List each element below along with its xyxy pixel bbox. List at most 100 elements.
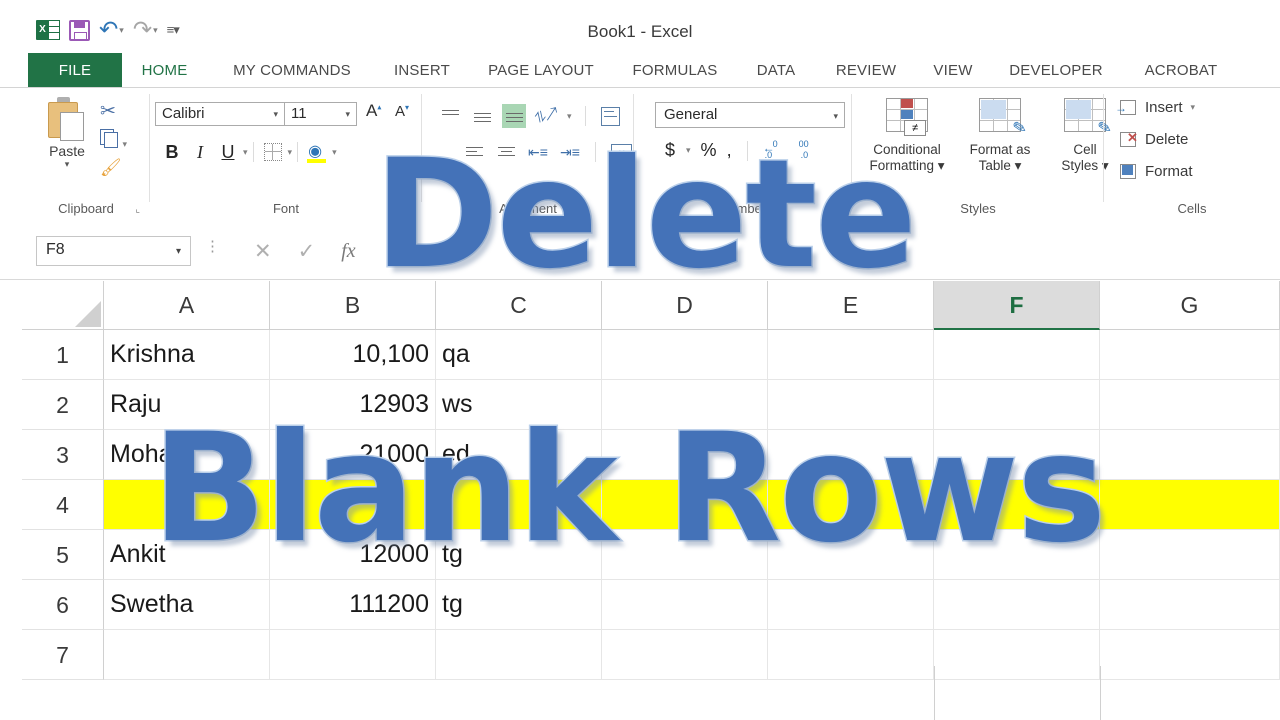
center-button[interactable]	[494, 140, 518, 164]
cell-F6[interactable]	[934, 580, 1100, 629]
cell-G3[interactable]	[1100, 430, 1280, 479]
cell-G4[interactable]	[1100, 480, 1280, 529]
font-name-input[interactable]: Calibri ▾	[155, 102, 285, 126]
bottom-align-button[interactable]	[502, 104, 526, 128]
cell-C1[interactable]: qa	[436, 330, 602, 379]
cell-A6[interactable]: Swetha	[104, 580, 270, 629]
cell-E6[interactable]	[768, 580, 934, 629]
row-header-3[interactable]: 3	[22, 430, 104, 480]
column-header-A[interactable]: A	[104, 281, 270, 330]
chevron-down-icon[interactable]: ▾	[686, 145, 691, 156]
row-header-7[interactable]: 7	[22, 630, 104, 680]
chevron-down-icon[interactable]: ▾	[345, 109, 350, 120]
cell-C7[interactable]	[436, 630, 602, 679]
ribbon-tab-my-commands[interactable]: MY COMMANDS	[207, 53, 377, 88]
font-dialog-launcher[interactable]: ⌞	[407, 204, 412, 215]
chevron-down-icon[interactable]: ▾	[176, 246, 181, 257]
row-header-4[interactable]: 4	[22, 480, 104, 530]
borders-button[interactable]	[259, 138, 287, 166]
cell-C3[interactable]: ed	[436, 430, 602, 479]
cells-insert-button[interactable]: → Insert ▾	[1115, 98, 1196, 117]
cell-B2[interactable]: 12903	[270, 380, 436, 429]
row-header-2[interactable]: 2	[22, 380, 104, 430]
cell-E2[interactable]	[768, 380, 934, 429]
paste-button[interactable]: Paste ▾	[36, 96, 98, 170]
chevron-down-icon[interactable]: ▾	[122, 139, 127, 149]
merge-center-button[interactable]	[609, 140, 633, 164]
ribbon-tab-formulas[interactable]: FORMULAS	[615, 53, 735, 88]
cell-D6[interactable]	[602, 580, 768, 629]
cancel-formula-icon[interactable]: ✕	[254, 239, 272, 264]
column-header-F[interactable]: F	[934, 281, 1100, 330]
ribbon-tab-insert[interactable]: INSERT	[377, 53, 467, 88]
cell-A3[interactable]: Mohan	[104, 430, 270, 479]
cell-A7[interactable]	[104, 630, 270, 679]
ribbon-tab-home[interactable]: HOME	[122, 53, 207, 88]
chevron-down-icon[interactable]: ▾	[36, 159, 98, 170]
column-header-E[interactable]: E	[768, 281, 934, 330]
comma-style-button[interactable]: ,	[727, 140, 732, 161]
ribbon-tab-page-layout[interactable]: PAGE LAYOUT	[467, 53, 615, 88]
increase-indent-button[interactable]: ⇥≡	[558, 140, 582, 164]
cell-A1[interactable]: Krishna	[104, 330, 270, 379]
cell-F4[interactable]	[934, 480, 1100, 529]
column-header-D[interactable]: D	[602, 281, 768, 330]
cell-G2[interactable]	[1100, 380, 1280, 429]
cell-C2[interactable]: ws	[436, 380, 602, 429]
ribbon-tab-developer[interactable]: DEVELOPER	[991, 53, 1121, 88]
alignment-dialog-launcher[interactable]: ⌞	[619, 204, 624, 215]
cell-E3[interactable]	[768, 430, 934, 479]
cell-E1[interactable]	[768, 330, 934, 379]
percent-button[interactable]: %	[701, 140, 717, 161]
column-header-G[interactable]: G	[1100, 281, 1280, 330]
format-painter-button[interactable]: 🖌	[100, 158, 152, 184]
ribbon-tab-data[interactable]: DATA	[735, 53, 817, 88]
chevron-down-icon[interactable]: ▾	[833, 111, 838, 122]
font-size-input[interactable]: 11 ▾	[285, 102, 357, 126]
column-header-C[interactable]: C	[436, 281, 602, 330]
cell-G5[interactable]	[1100, 530, 1280, 579]
cell-A5[interactable]: Ankit	[104, 530, 270, 579]
chevron-down-icon[interactable]: ▾	[332, 147, 337, 158]
cell-D2[interactable]	[602, 380, 768, 429]
row-header-1[interactable]: 1	[22, 330, 104, 380]
ribbon-tab-acrobat[interactable]: ACROBAT	[1121, 53, 1241, 88]
cell-D5[interactable]	[602, 530, 768, 579]
cell-C6[interactable]: tg	[436, 580, 602, 629]
chevron-down-icon[interactable]: ▾	[1191, 102, 1196, 113]
align-left-button[interactable]	[462, 140, 486, 164]
cells-delete-button[interactable]: ✕ Delete	[1118, 130, 1188, 149]
cell-D3[interactable]	[602, 430, 768, 479]
cell-A2[interactable]: Raju	[104, 380, 270, 429]
fill-color-button[interactable]: ◉	[303, 138, 331, 166]
style-button-1[interactable]: ≠ Conditional Formatting ▾	[862, 96, 952, 174]
cell-D1[interactable]	[602, 330, 768, 379]
cell-G7[interactable]	[1100, 630, 1280, 679]
cut-button[interactable]: ✂	[100, 100, 152, 126]
cell-G6[interactable]	[1100, 580, 1280, 629]
number-dialog-launcher[interactable]: ⌞	[837, 204, 842, 215]
column-header-B[interactable]: B	[270, 281, 436, 330]
decrease-indent-button[interactable]: ⇤≡	[526, 140, 550, 164]
ribbon-tab-view[interactable]: VIEW	[915, 53, 991, 88]
cell-F5[interactable]	[934, 530, 1100, 579]
chevron-down-icon[interactable]: ▾	[567, 111, 572, 122]
cell-D4[interactable]	[602, 480, 768, 529]
clipboard-dialog-launcher[interactable]: ⌞	[135, 204, 140, 215]
cell-B3[interactable]: 21000	[270, 430, 436, 479]
row-header-5[interactable]: 5	[22, 530, 104, 580]
cell-B5[interactable]: 12000	[270, 530, 436, 579]
cell-F1[interactable]	[934, 330, 1100, 379]
select-all-corner[interactable]	[22, 281, 104, 330]
middle-align-button[interactable]	[470, 104, 494, 128]
row-header-6[interactable]: 6	[22, 580, 104, 630]
decrease-decimal-button[interactable]: 00.0	[797, 139, 821, 161]
cell-E7[interactable]	[768, 630, 934, 679]
chevron-down-icon[interactable]: ▾	[288, 147, 293, 158]
italic-button[interactable]: I	[186, 138, 214, 166]
grow-font-button[interactable]: A▴	[366, 101, 381, 121]
cell-E5[interactable]	[768, 530, 934, 579]
ribbon-tab-review[interactable]: REVIEW	[817, 53, 915, 88]
style-button-2[interactable]: ✏ Format as Table ▾	[955, 96, 1045, 174]
copy-button[interactable]: ▾	[100, 129, 152, 155]
